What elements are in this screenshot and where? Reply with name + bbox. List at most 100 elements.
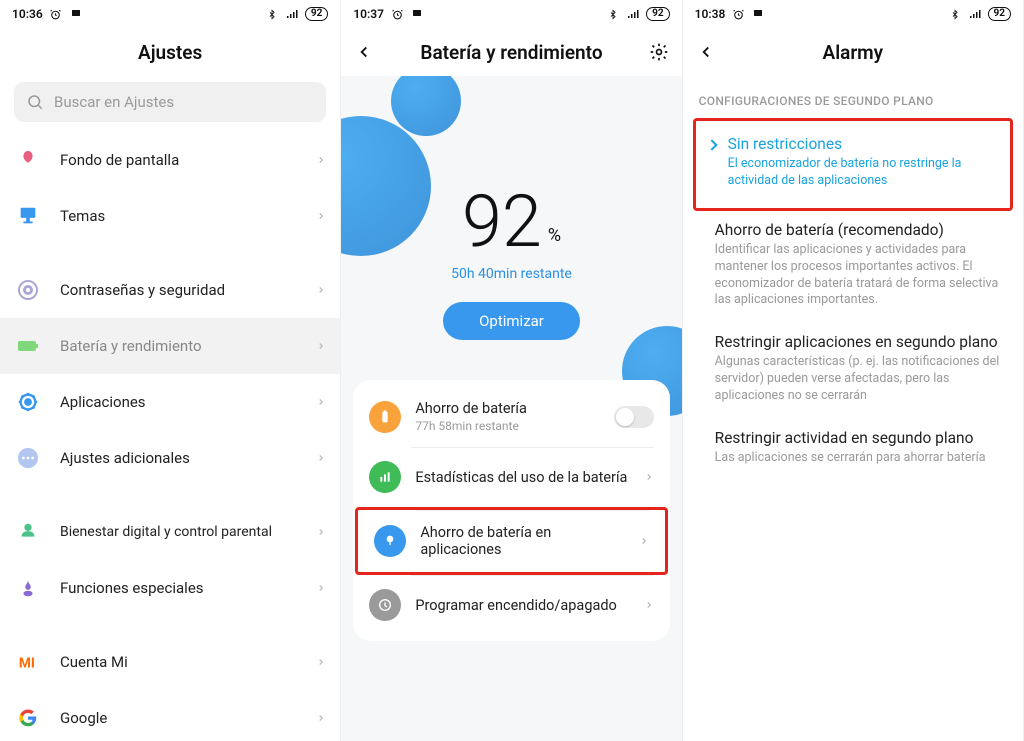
title-bar: Ajustes — [0, 28, 340, 76]
row-special[interactable]: Funciones especiales — [0, 560, 340, 616]
card-title: Estadísticas del uso de la batería — [415, 469, 629, 486]
chevron-right-icon — [316, 339, 326, 353]
row-label: Ajustes adicionales — [60, 449, 298, 467]
schedule-icon — [369, 589, 401, 621]
card-title: Ahorro de batería — [415, 400, 599, 417]
row-additional[interactable]: Ajustes adicionales — [0, 430, 340, 486]
signal-icon — [626, 7, 640, 21]
wallpaper-icon — [14, 146, 42, 174]
battery-indicator: 92 — [305, 7, 328, 21]
signal-icon — [968, 7, 982, 21]
option-title: Restringir actividad en segundo plano — [715, 429, 1007, 447]
card-row-schedule[interactable]: Programar encendido/apagado — [353, 575, 669, 635]
battery-icon — [14, 332, 42, 360]
option-title: Ahorro de batería (recomendado) — [715, 221, 1007, 239]
card-row-saver[interactable]: Ahorro de batería 77h 58min restante — [353, 386, 669, 447]
status-bar: 10:37 92 — [341, 0, 681, 28]
stats-icon — [369, 461, 401, 493]
row-passwords[interactable]: Contraseñas y seguridad — [0, 262, 340, 318]
card-row-app-saver[interactable]: Ahorro de batería en aplicaciones — [355, 507, 667, 575]
back-button[interactable] — [693, 39, 719, 65]
row-apps[interactable]: Aplicaciones — [0, 374, 340, 430]
status-time: 10:36 — [12, 7, 43, 21]
option-restrict-activity[interactable]: Restringir actividad en segundo plano La… — [683, 419, 1023, 481]
bluetooth-icon — [265, 7, 279, 21]
card-row-stats[interactable]: Estadísticas del uso de la batería — [353, 447, 669, 507]
chevron-right-icon — [316, 153, 326, 167]
chevron-right-icon — [316, 711, 326, 725]
notification-icon — [410, 7, 424, 21]
battery-percent: 92 % — [462, 186, 561, 258]
themes-icon — [14, 202, 42, 230]
chevron-right-icon — [316, 283, 326, 297]
status-time: 10:37 — [353, 7, 384, 21]
card-subtitle: 77h 58min restante — [415, 419, 599, 433]
settings-list: Fondo de pantalla Temas Contraseñas y se… — [0, 132, 340, 741]
option-desc: Las aplicaciones se cerrarán para ahorra… — [715, 450, 1007, 467]
search-input[interactable]: Buscar en Ajustes — [14, 82, 326, 122]
bluetooth-icon — [606, 7, 620, 21]
row-mi-account[interactable]: MI Cuenta Mi — [0, 634, 340, 690]
phone-alarmy: 10:38 92 Alarmy CONFIGURACIONES DE SEGUN… — [683, 0, 1024, 741]
security-icon — [14, 276, 42, 304]
decorative-bubble — [341, 116, 431, 256]
row-label: Fondo de pantalla — [60, 151, 298, 169]
status-bar: 10:36 92 — [0, 0, 340, 28]
alarm-icon — [731, 7, 745, 21]
app-saver-icon — [374, 525, 406, 557]
chevron-right-icon — [316, 581, 326, 595]
alarm-icon — [49, 7, 63, 21]
status-time: 10:38 — [695, 7, 726, 21]
chevron-right-icon — [316, 451, 326, 465]
percent-symbol: % — [548, 225, 561, 246]
row-label: Funciones especiales — [60, 579, 298, 597]
search-placeholder: Buscar en Ajustes — [54, 93, 174, 111]
alarm-icon — [390, 7, 404, 21]
battery-main: 92 % 50h 40min restante Optimizar Ahorro… — [341, 76, 681, 741]
row-battery[interactable]: Batería y rendimiento — [0, 318, 340, 374]
option-no-restrictions[interactable]: Sin restricciones El economizador de bat… — [696, 125, 1010, 204]
row-label: Temas — [60, 207, 298, 225]
page-title: Batería y rendimiento — [420, 41, 602, 64]
mi-icon: MI — [14, 648, 42, 676]
row-label: Batería y rendimiento — [60, 337, 298, 355]
row-label: Google — [60, 709, 298, 727]
battery-indicator: 92 — [646, 7, 669, 21]
battery-time-remaining: 50h 40min restante — [451, 266, 572, 282]
optimize-button[interactable]: Optimizar — [443, 302, 580, 340]
settings-button[interactable] — [646, 39, 672, 65]
row-wellbeing[interactable]: Bienestar digital y control parental — [0, 504, 340, 560]
page-title: Alarmy — [823, 41, 884, 64]
row-label: Contraseñas y seguridad — [60, 281, 298, 299]
chevron-right-icon — [316, 525, 326, 539]
row-themes[interactable]: Temas — [0, 188, 340, 244]
search-icon — [26, 93, 44, 111]
chevron-right-icon — [639, 534, 649, 548]
title-bar: Batería y rendimiento — [341, 28, 681, 76]
highlighted-option: Sin restricciones El economizador de bat… — [693, 118, 1013, 211]
battery-value: 92 — [462, 186, 542, 258]
row-label: Bienestar digital y control parental — [60, 524, 298, 540]
card-title: Programar encendido/apagado — [415, 597, 629, 614]
status-bar: 10:38 92 — [683, 0, 1023, 28]
saver-toggle[interactable] — [614, 406, 654, 428]
title-bar: Alarmy — [683, 28, 1023, 76]
card-title: Ahorro de batería en aplicaciones — [420, 524, 624, 558]
phone-settings: 10:36 92 Ajustes Buscar en Ajustes — [0, 0, 341, 741]
more-icon — [14, 444, 42, 472]
chevron-right-icon — [316, 395, 326, 409]
option-title: Restringir aplicaciones en segundo plano — [715, 333, 1007, 351]
special-icon — [14, 574, 42, 602]
wellbeing-icon — [14, 518, 42, 546]
page-title: Ajustes — [138, 41, 202, 64]
row-label: Cuenta Mi — [60, 653, 298, 671]
option-desc: Identificar las aplicaciones y actividad… — [715, 242, 1007, 310]
back-button[interactable] — [351, 39, 377, 65]
bluetooth-icon — [948, 7, 962, 21]
notification-icon — [751, 7, 765, 21]
row-google[interactable]: Google — [0, 690, 340, 741]
option-recommended[interactable]: Ahorro de batería (recomendado) Identifi… — [683, 211, 1023, 324]
row-wallpaper[interactable]: Fondo de pantalla — [0, 132, 340, 188]
option-restrict-bg[interactable]: Restringir aplicaciones en segundo plano… — [683, 323, 1023, 419]
notification-icon — [69, 7, 83, 21]
